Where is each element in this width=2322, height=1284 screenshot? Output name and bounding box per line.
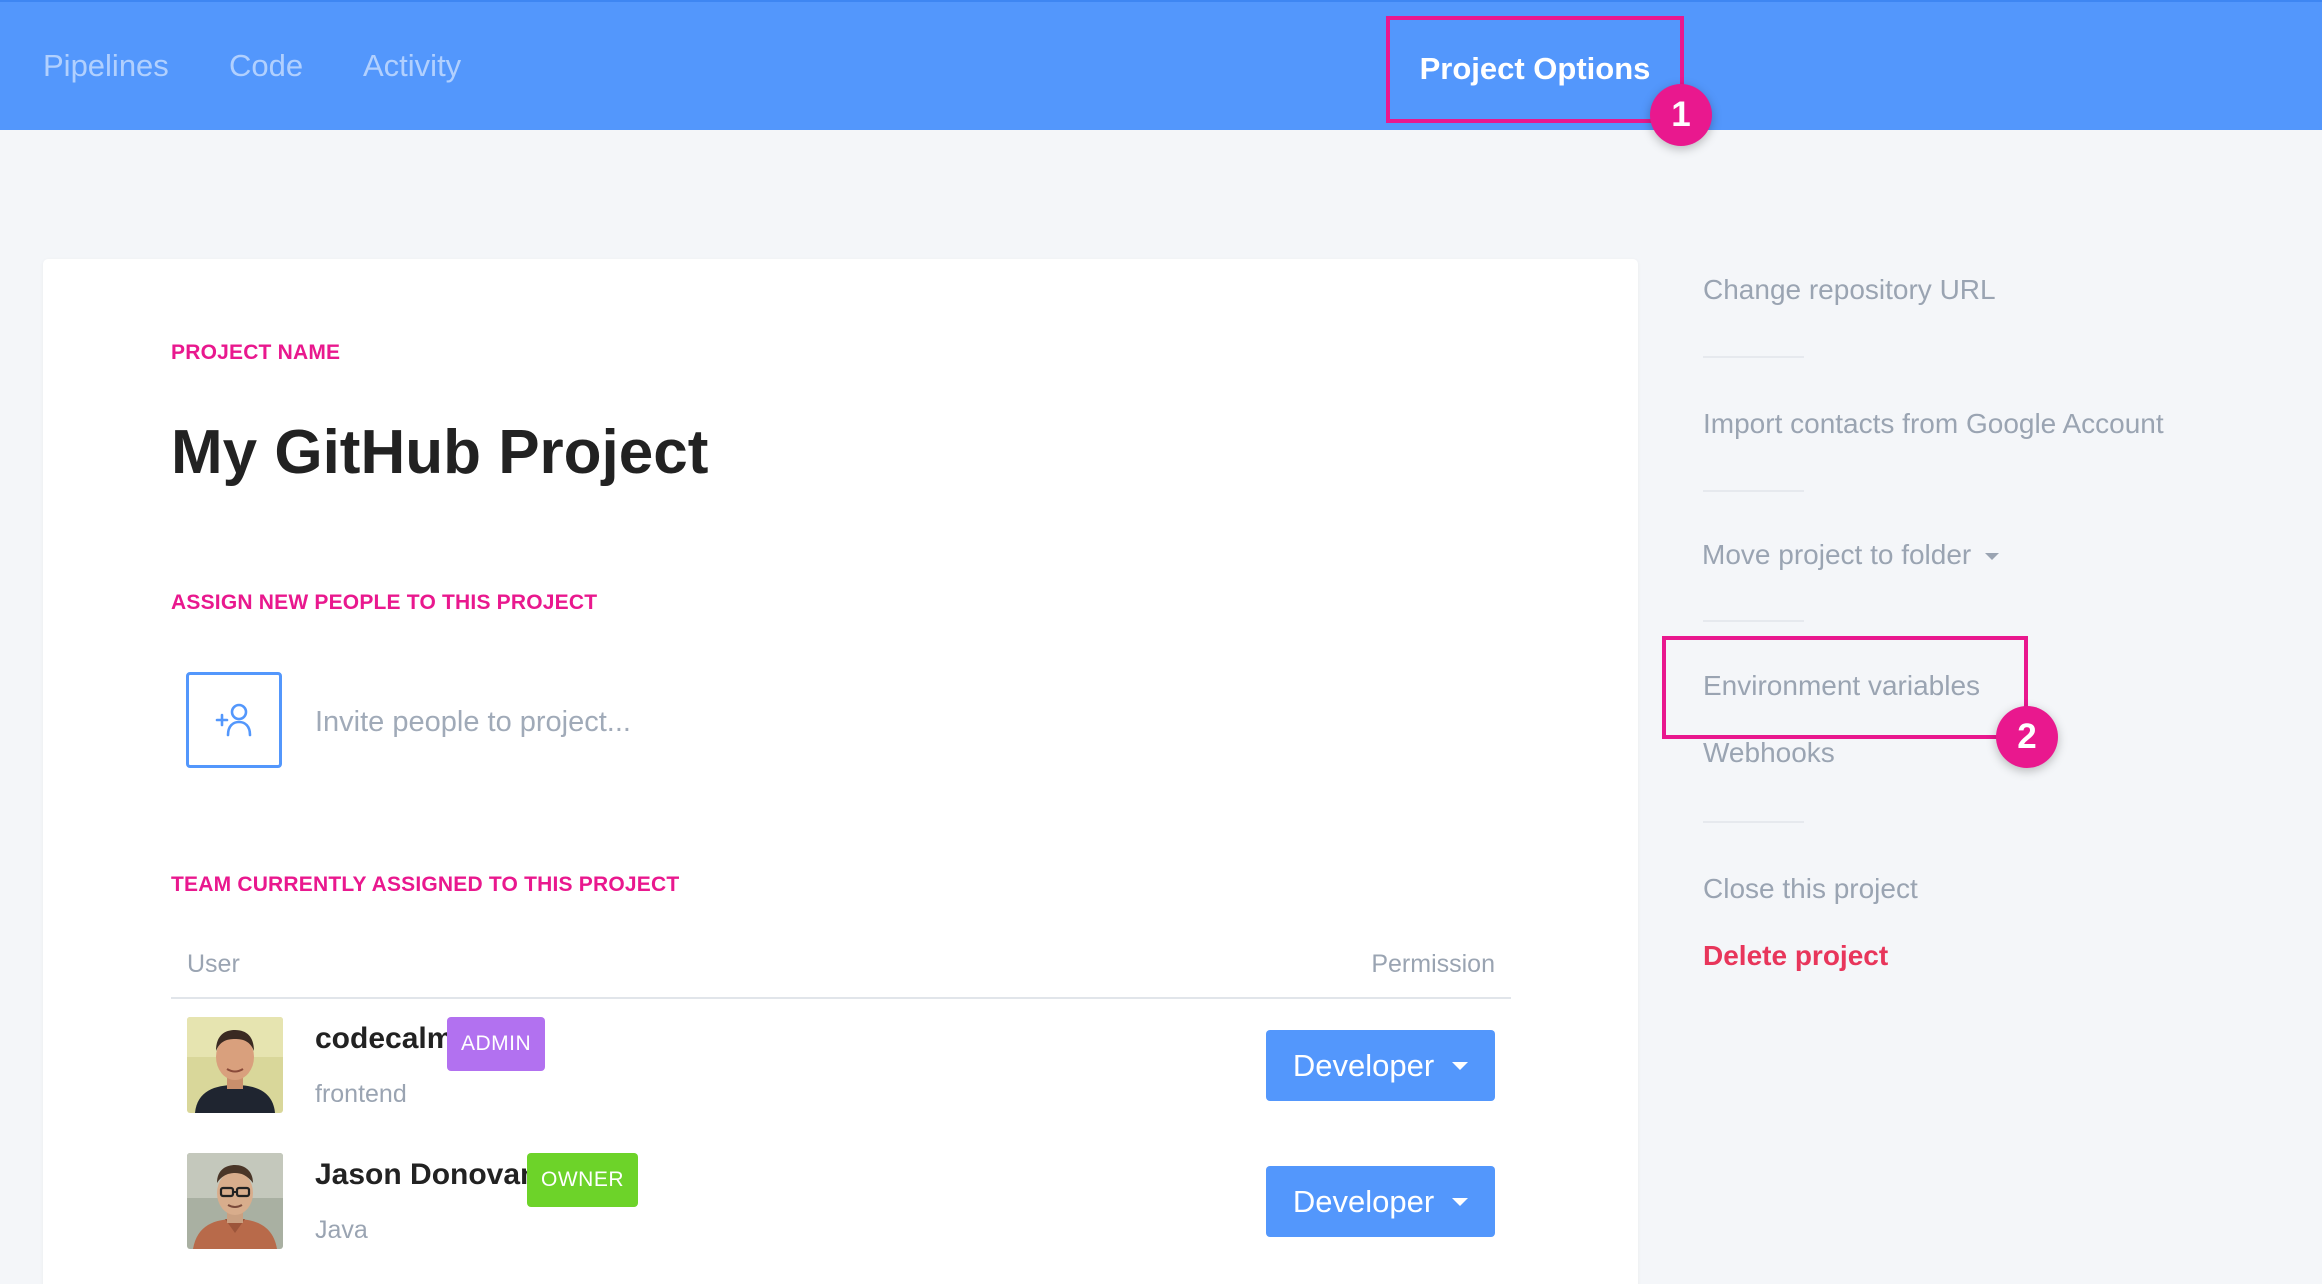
- user-name: Jason Donovan: [315, 1158, 539, 1191]
- invite-input[interactable]: Invite people to project...: [315, 706, 631, 739]
- project-card: PROJECT NAME My GitHub Project ASSIGN NE…: [43, 259, 1638, 1284]
- top-nav-bar: Pipelines Code Activity Project Options: [0, 0, 2322, 130]
- change-repository-url-link[interactable]: Change repository URL: [1703, 274, 1996, 306]
- divider: [1703, 620, 1804, 622]
- table-row: Jason Donovan OWNER Java Developer: [171, 1153, 1511, 1263]
- callout-marker-1: 1: [1650, 84, 1712, 146]
- caret-down-icon: [1452, 1197, 1469, 1206]
- highlight-box: [1662, 636, 2028, 739]
- divider: [1703, 356, 1804, 358]
- column-header-permission: Permission: [1371, 950, 1495, 978]
- callout-marker-2: 2: [1996, 706, 2058, 768]
- team-label: TEAM CURRENTLY ASSIGNED TO THIS PROJECT: [171, 873, 680, 896]
- avatar[interactable]: [187, 1153, 283, 1249]
- nav-code[interactable]: Code: [229, 44, 303, 88]
- admin-badge: ADMIN: [447, 1017, 546, 1071]
- divider: [1703, 490, 1804, 492]
- project-name-label: PROJECT NAME: [171, 341, 341, 364]
- permission-label: Developer: [1292, 1047, 1435, 1083]
- move-to-folder-dropdown[interactable]: Move project to folder: [1702, 539, 2000, 571]
- owner-badge: OWNER: [527, 1153, 638, 1207]
- move-to-folder-label: Move project to folder: [1702, 539, 1972, 570]
- user-role-description: frontend: [315, 1080, 407, 1108]
- nav-activity[interactable]: Activity: [363, 44, 461, 88]
- assign-people-label: ASSIGN NEW PEOPLE TO THIS PROJECT: [171, 591, 598, 614]
- nav-project-options-label: Project Options: [1419, 50, 1651, 86]
- nav-project-options[interactable]: Project Options: [1386, 16, 1684, 123]
- column-header-user: User: [187, 950, 240, 978]
- avatar[interactable]: [187, 1017, 283, 1113]
- project-title[interactable]: My GitHub Project: [171, 417, 708, 488]
- webhooks-link[interactable]: Webhooks: [1703, 737, 1835, 769]
- caret-down-icon: [1985, 553, 2000, 560]
- user-name: codecalm: [315, 1022, 454, 1055]
- delete-project-link[interactable]: Delete project: [1703, 940, 1888, 972]
- permission-dropdown[interactable]: Developer: [1266, 1166, 1495, 1237]
- permission-label: Developer: [1292, 1183, 1435, 1219]
- permission-dropdown[interactable]: Developer: [1266, 1030, 1495, 1101]
- close-project-link[interactable]: Close this project: [1703, 873, 1918, 905]
- divider: [1703, 821, 1804, 823]
- import-contacts-link[interactable]: Import contacts from Google Account: [1703, 408, 2164, 440]
- user-role-description: Java: [315, 1216, 368, 1244]
- add-user-icon: [215, 703, 252, 737]
- team-table-header: User Permission: [171, 950, 1511, 999]
- table-row: codecalm ADMIN frontend Developer: [171, 1017, 1511, 1127]
- invite-button[interactable]: [186, 672, 282, 768]
- nav-pipelines[interactable]: Pipelines: [43, 44, 169, 88]
- caret-down-icon: [1452, 1061, 1469, 1070]
